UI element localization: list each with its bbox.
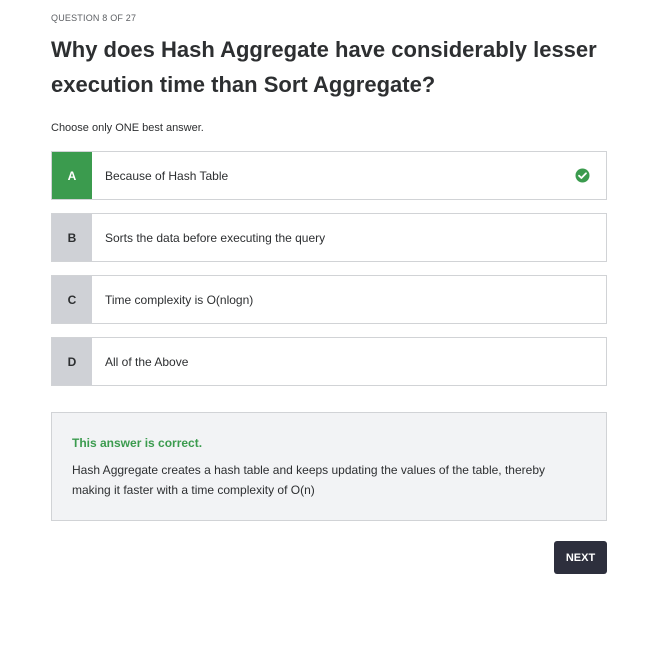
option-letter: A	[52, 152, 92, 199]
option-text: Because of Hash Table	[105, 168, 229, 183]
option-text: All of the Above	[105, 354, 189, 369]
option-letter: D	[52, 338, 92, 385]
answer-option-c[interactable]: C Time complexity is O(nlogn)	[51, 275, 607, 324]
option-letter: B	[52, 214, 92, 261]
feedback-status: This answer is correct.	[72, 436, 203, 450]
next-button[interactable]: NEXT	[554, 541, 607, 574]
check-circle-icon	[575, 168, 590, 183]
feedback-explanation: Hash Aggregate creates a hash table and …	[72, 463, 545, 497]
answer-option-a[interactable]: A Because of Hash Table	[51, 151, 607, 200]
option-letter: C	[52, 276, 92, 323]
question-text: Why does Hash Aggregate have considerabl…	[51, 37, 597, 97]
option-text: Sorts the data before executing the quer…	[105, 230, 326, 245]
question-progress: QUESTION 8 OF 27	[51, 13, 137, 23]
answer-option-b[interactable]: B Sorts the data before executing the qu…	[51, 213, 607, 262]
answer-instruction: Choose only ONE best answer.	[51, 122, 204, 134]
answer-option-d[interactable]: D All of the Above	[51, 337, 607, 386]
answer-feedback-panel: This answer is correct. Hash Aggregate c…	[51, 412, 607, 521]
option-text: Time complexity is O(nlogn)	[105, 292, 254, 307]
